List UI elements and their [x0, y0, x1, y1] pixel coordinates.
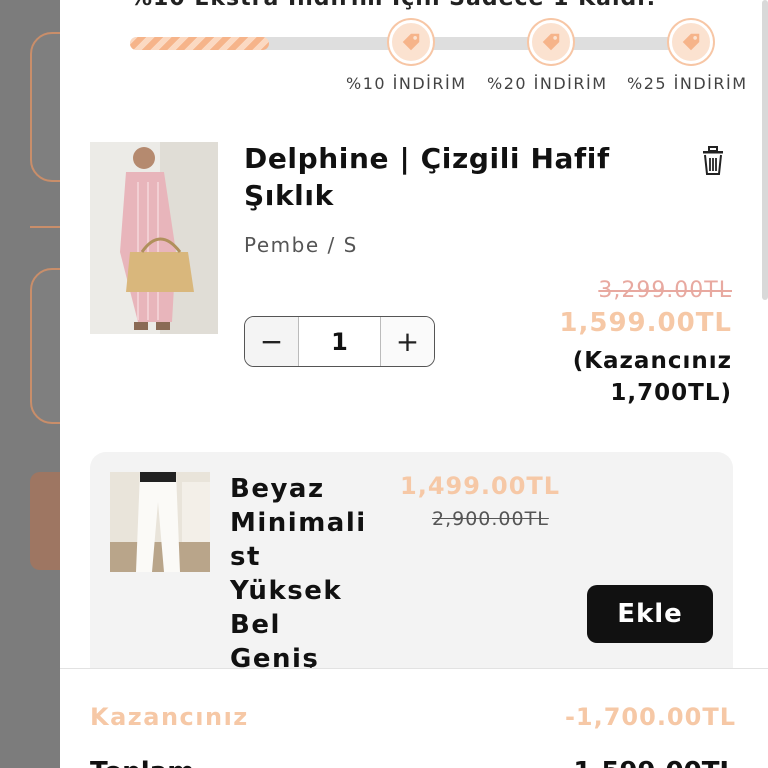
tag-icon [669, 20, 713, 64]
quantity-value[interactable]: 1 [299, 317, 380, 366]
summary-total-label: Toplam [90, 757, 194, 768]
increase-quantity-button[interactable]: + [380, 317, 434, 366]
summary-total-value: 1,599.00TL [573, 757, 736, 768]
add-to-cart-button[interactable]: Ekle [587, 585, 713, 643]
sale-price: 1,599.00TL [559, 308, 732, 338]
product-image[interactable] [90, 142, 218, 334]
upsell-sale-price: 1,499.00TL [400, 472, 561, 500]
tier-label-20: %20 İNDİRİM [487, 74, 608, 93]
tier-label-25: %25 İNDİRİM [627, 74, 748, 93]
cart-drawer: %10 Ekstra İndirim İçin Sadece 1 Kaldı! … [60, 0, 768, 768]
background-divider [30, 226, 60, 228]
tag-icon [389, 20, 433, 64]
cart-summary: Kazancınız -1,700.00TL Toplam 1,599.00TL [60, 668, 768, 768]
summary-savings-label: Kazancınız [90, 703, 249, 731]
scrollbar[interactable] [762, 0, 768, 300]
tier-label-10: %10 İNDİRİM [346, 74, 467, 93]
trash-icon[interactable] [700, 146, 726, 176]
upsell-card: Beyaz Minimalist Yüksek Bel Geniş Paça 1… [90, 452, 733, 702]
promo-message: %10 Ekstra İndirim İçin Sadece 1 Kaldı! [130, 0, 657, 11]
upsell-original-price: 2,900.00TL [432, 508, 549, 530]
original-price: 3,299.00TL [598, 278, 732, 303]
product-title[interactable]: Delphine | Çizgili Hafif Şıklık [244, 140, 644, 214]
upsell-product-image[interactable] [110, 472, 210, 572]
decrease-quantity-button[interactable]: − [245, 317, 299, 366]
quantity-stepper: − 1 + [244, 316, 435, 367]
summary-savings-value: -1,700.00TL [564, 703, 736, 731]
tag-icon [529, 20, 573, 64]
product-variant: Pembe / S [244, 233, 358, 257]
item-savings: (Kazancınız 1,700TL) [572, 348, 732, 406]
discount-progress-fill [130, 37, 270, 50]
